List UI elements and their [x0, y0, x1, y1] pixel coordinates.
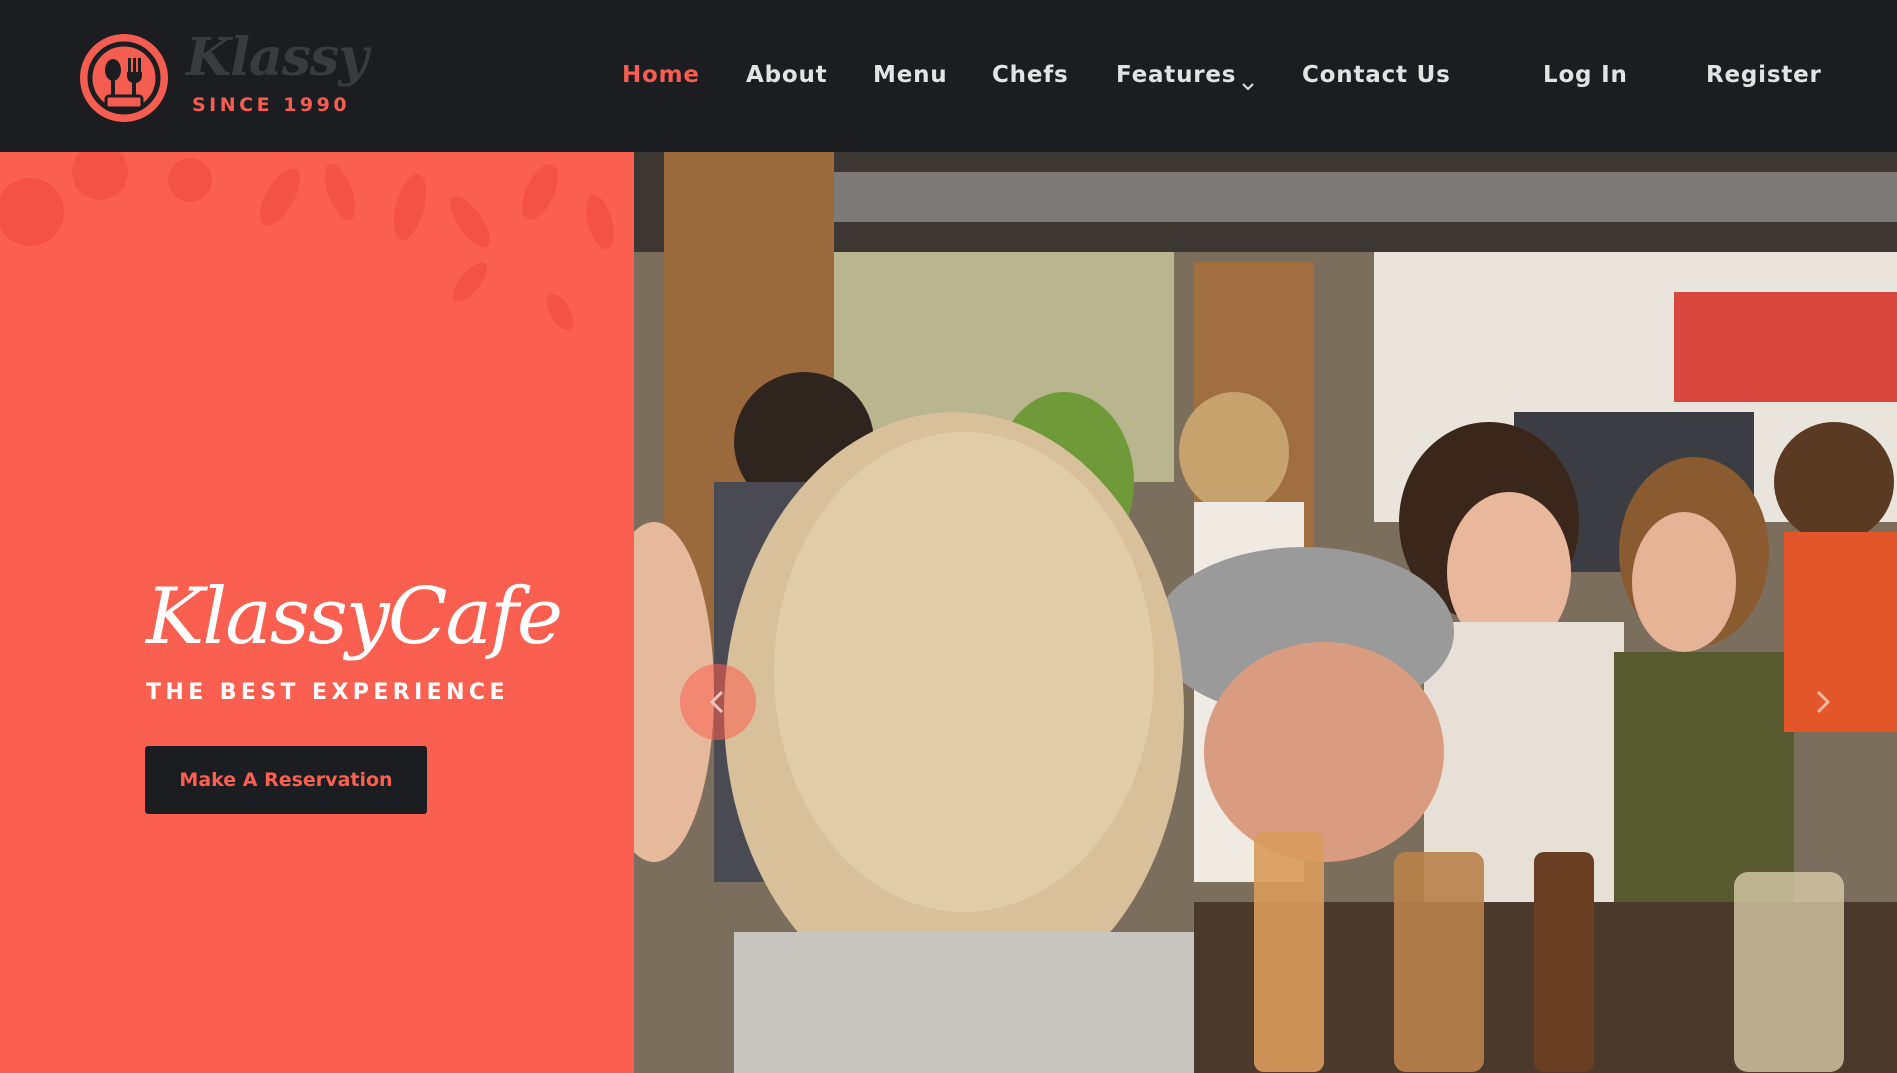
nav-chefs[interactable]: Chefs — [992, 59, 1069, 91]
nav-menu[interactable]: Menu — [873, 59, 947, 91]
hero-panel: KlassyCafe THE BEST EXPERIENCE Make A Re… — [0, 152, 634, 1073]
hero-title: KlassyCafe — [146, 572, 563, 662]
make-reservation-button[interactable]: Make A Reservation — [145, 746, 427, 814]
hero-slider — [634, 152, 1897, 1073]
nav-contact-us[interactable]: Contact Us — [1302, 59, 1451, 91]
slider-prev-button[interactable] — [680, 664, 756, 740]
floral-decoration — [0, 152, 614, 331]
slider-next-button[interactable] — [1784, 664, 1860, 740]
nav-home[interactable]: Home — [622, 59, 700, 91]
chevron-right-icon — [1816, 690, 1831, 714]
nav-features-label: Features — [1116, 62, 1237, 88]
nav-about[interactable]: About — [746, 59, 827, 91]
site-header: Klassy SINCE 1990 Home About Menu Chefs … — [0, 0, 1897, 152]
nav-features[interactable]: Features — [1116, 59, 1256, 91]
nav-register[interactable]: Register — [1706, 59, 1822, 91]
chevron-left-icon — [709, 690, 724, 714]
hero-tagline: THE BEST EXPERIENCE — [146, 680, 509, 705]
nav-log-in[interactable]: Log In — [1543, 59, 1628, 91]
main-nav: Home About Menu Chefs Features Contact U… — [0, 0, 1897, 152]
chevron-down-icon — [1240, 70, 1256, 90]
hero-photo-image — [634, 152, 1897, 1073]
